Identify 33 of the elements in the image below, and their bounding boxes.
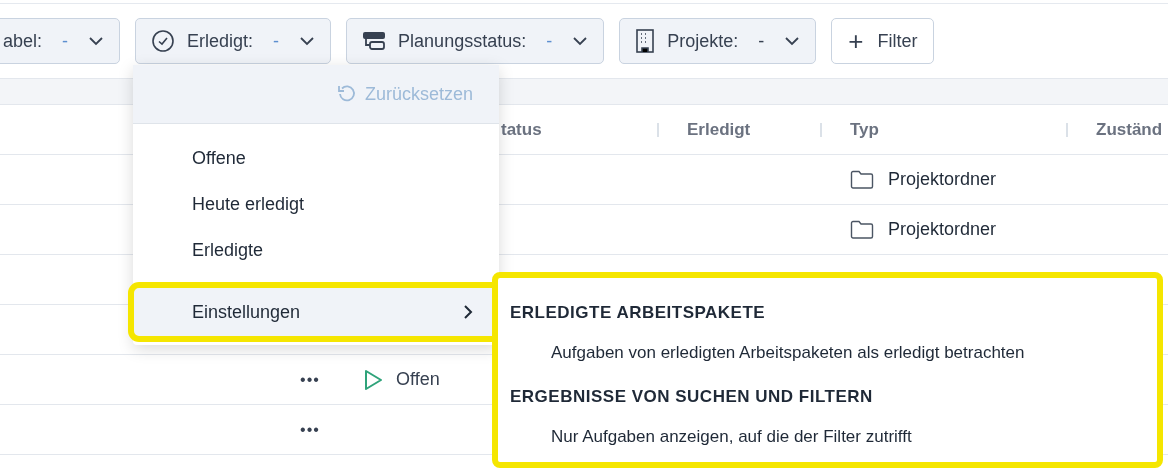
- menu-item[interactable]: Erledigte: [133, 227, 499, 273]
- filter-dropdown[interactable]: Erledigt: -: [135, 18, 332, 64]
- filter-dropdown[interactable]: Planungsstatus: -: [346, 18, 605, 64]
- chevron-icon: [299, 36, 316, 46]
- folder-icon: [850, 169, 874, 190]
- section-heading: ERGEBNISSE VON SUCHEN UND FILTERN: [509, 386, 874, 408]
- chevron-icon: [784, 36, 801, 46]
- more-actions-button[interactable]: •••: [300, 367, 320, 392]
- more-actions-button[interactable]: •••: [300, 417, 320, 442]
- stacked-bars-icon: [362, 30, 387, 52]
- chevron-right-icon: [463, 304, 473, 320]
- filter-dropdown[interactable]: abel: -: [0, 18, 121, 64]
- chevron-icon: [572, 36, 589, 46]
- section-heading: ERLEDIGTE ARBEITSPAKETE: [509, 302, 767, 324]
- column-header[interactable]: Erledigt: [687, 116, 751, 143]
- filter-dropdown[interactable]: Projekte: -: [619, 18, 817, 64]
- folder-icon: [850, 219, 874, 240]
- check-circle-icon: [151, 29, 176, 53]
- column-header[interactable]: tatus: [501, 116, 542, 143]
- add-filter-button[interactable]: + Filter: [831, 18, 935, 64]
- menu-item[interactable]: Heute erledigt: [133, 181, 499, 227]
- type-text: Projektordner: [888, 168, 997, 191]
- menu-item[interactable]: Offene: [133, 135, 499, 181]
- status-text: Offen: [396, 368, 440, 391]
- menu-option[interactable]: Aufgaben von erledigten Arbeitspaketen als erledigt betrachten: [551, 340, 1025, 366]
- column-header[interactable]: Zuständ: [1096, 116, 1163, 143]
- menu-option[interactable]: Nur Aufgaben anzeigen, auf die der Filter zutrifft: [551, 424, 912, 450]
- play-icon: [362, 368, 384, 391]
- building-icon: [635, 29, 656, 53]
- chevron-icon: [88, 36, 105, 46]
- reset-icon: [336, 84, 357, 104]
- type-text: Projektordner: [888, 218, 997, 241]
- column-header[interactable]: Typ: [850, 116, 879, 143]
